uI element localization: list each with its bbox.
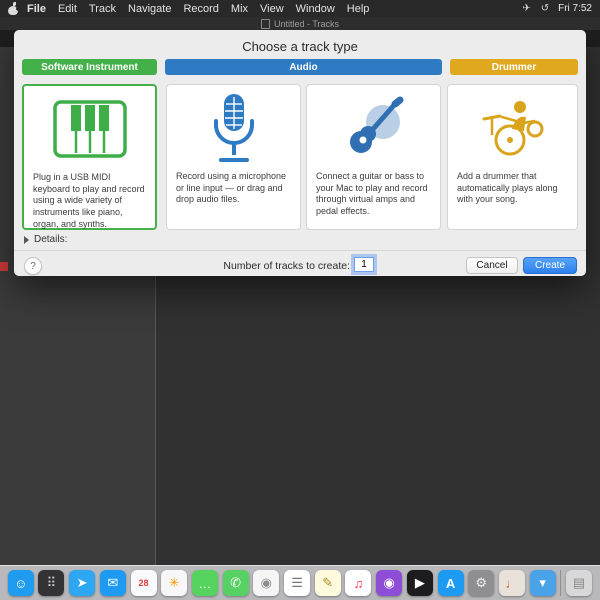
sync-icon[interactable]: ↺ <box>536 3 554 14</box>
create-button[interactable]: Create <box>523 257 577 274</box>
dock: ☺ ⠿ ➤ ✉ 28 ✳… ✆ ◉ ☰ ✎ ♫ ◉ ▶ A ⚙ ♩ ▾ ▤ <box>0 565 600 600</box>
help-button[interactable]: ? <box>24 257 42 275</box>
category-audio[interactable]: Audio <box>165 59 442 75</box>
menu-item-window[interactable]: Window <box>290 3 341 15</box>
window-title: Untitled - Tracks <box>273 18 340 29</box>
footer-separator <box>14 250 586 251</box>
dock-icon-photos[interactable]: ✳ <box>161 570 188 596</box>
category-drummer[interactable]: Drummer <box>450 59 578 75</box>
category-software-instrument[interactable]: Software Instrument <box>22 59 157 75</box>
dock-icon-facetime[interactable]: ✆ <box>222 570 249 596</box>
dock-icon-podcasts[interactable]: ◉ <box>376 570 403 596</box>
dock-icon-app-store[interactable]: A <box>437 570 464 596</box>
disclosure-triangle-icon <box>24 235 29 244</box>
dock-icon-downloads[interactable]: ▾ <box>529 570 556 596</box>
dock-icon-messages[interactable]: … <box>191 570 218 596</box>
card-description: Add a drummer that automatically plays a… <box>457 171 558 205</box>
details-disclosure[interactable]: Details: <box>24 234 67 245</box>
dock-icon-music[interactable]: ♫ <box>345 570 372 596</box>
plane-icon[interactable]: ✈ <box>517 3 535 14</box>
document-icon <box>260 18 270 29</box>
tracks-count-label: Number of tracks to create: <box>223 260 350 272</box>
record-indicator <box>0 262 8 271</box>
dock-icon-garageband[interactable]: ♩ <box>498 570 525 596</box>
details-label: Details: <box>34 234 68 245</box>
piano-icon <box>24 86 155 172</box>
card-drummer[interactable]: Add a drummer that automatically plays a… <box>447 84 578 230</box>
card-software-instrument[interactable]: Plug in a USB MIDI keyboard to play and … <box>22 84 157 230</box>
menu-item-track[interactable]: Track <box>83 3 122 15</box>
dock-icon-trash[interactable]: ▤ <box>566 570 593 596</box>
card-audio-guitar[interactable]: Connect a guitar or bass to your Mac to … <box>306 84 441 230</box>
cancel-button[interactable]: Cancel <box>466 257 518 274</box>
dialog-title: Choose a track type <box>242 39 358 54</box>
dock-icon-safari[interactable]: ➤ <box>69 570 96 596</box>
tracks-count-input[interactable] <box>354 257 374 272</box>
card-audio-mic[interactable]: Record using a microphone or line input … <box>166 84 301 230</box>
menu-bar: File Edit Track Navigate Record Mix View Window… <box>0 0 600 17</box>
guitar-icon <box>307 85 440 171</box>
dock-icon-mail[interactable]: ✉ <box>99 570 126 596</box>
dock-icon-contacts[interactable]: ◉ <box>253 570 280 596</box>
dock-icon-notes[interactable]: ✎ <box>314 570 341 596</box>
menu-item-help[interactable]: Help <box>341 3 376 15</box>
menu-item-navigate[interactable]: Navigate <box>122 3 177 15</box>
dock-icon-calendar[interactable]: 28 <box>130 570 157 596</box>
menu-item-edit[interactable]: Edit <box>52 3 83 15</box>
menu-items: File Edit Track Navigate Record Mix View Window… <box>21 3 375 15</box>
menu-item-file[interactable]: File <box>21 3 52 15</box>
apple-menu-icon[interactable] <box>8 1 21 15</box>
dock-icon-reminders[interactable]: ☰ <box>284 570 311 596</box>
dock-icon-finder[interactable]: ☺ <box>7 570 34 596</box>
card-description: Record using a microphone or line input … <box>176 171 287 205</box>
dock-divider <box>560 570 562 596</box>
dock-icon-system-preferences[interactable]: ⚙ <box>468 570 495 596</box>
menu-item-record[interactable]: Record <box>177 3 224 15</box>
menu-item-view[interactable]: View <box>254 3 290 15</box>
drummer-icon <box>448 85 577 171</box>
microphone-icon <box>167 85 300 171</box>
card-description: Connect a guitar or bass to your Mac to … <box>316 171 428 217</box>
window-title-bar: Untitled - Tracks <box>0 17 600 30</box>
card-description: Plug in a USB MIDI keyboard to play and … <box>33 172 145 229</box>
menu-clock[interactable]: Fri 7:52 <box>554 3 592 14</box>
menu-item-mix[interactable]: Mix <box>225 3 254 15</box>
choose-track-type-dialog: Choose a track type Software Instrument … <box>14 30 586 276</box>
dock-icon-tv[interactable]: ▶ <box>406 570 433 596</box>
dock-icon-launchpad[interactable]: ⠿ <box>38 570 65 596</box>
